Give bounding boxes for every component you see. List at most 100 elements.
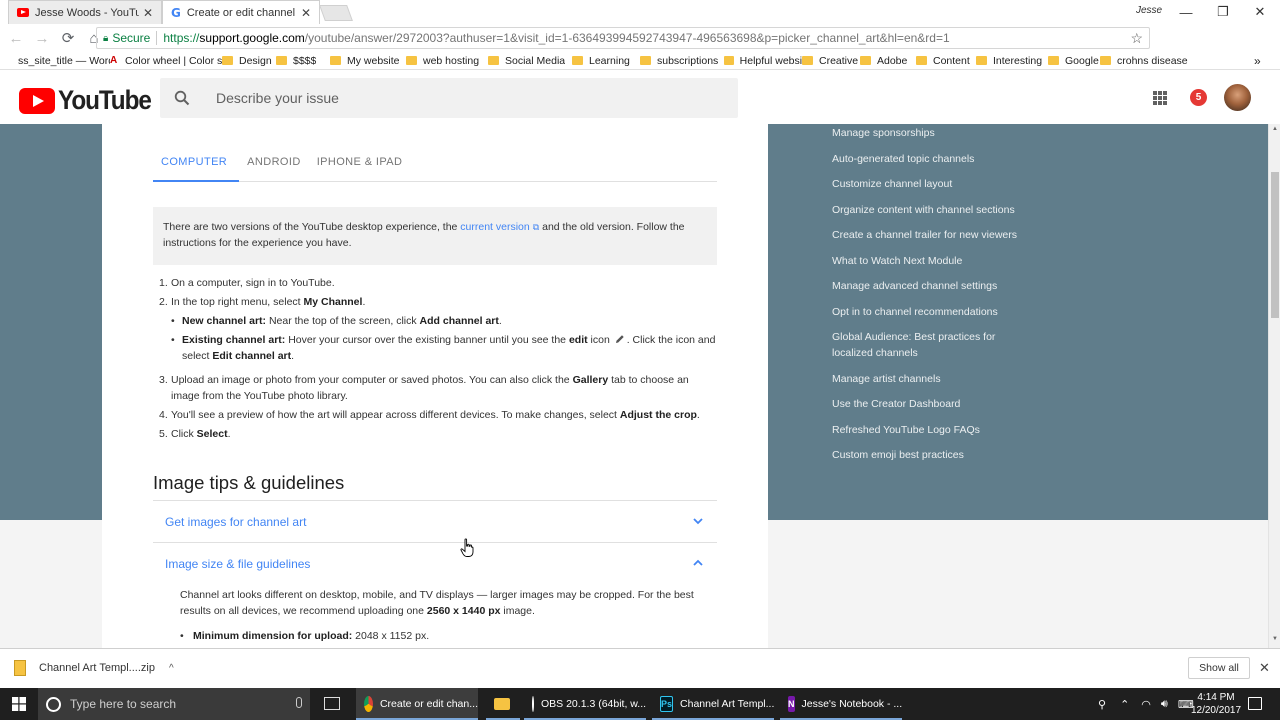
taskbar-app-file-explorer[interactable] <box>486 688 520 720</box>
people-icon[interactable]: ⚲ <box>1098 698 1106 711</box>
help-search-box[interactable] <box>160 78 738 118</box>
tab-iphone-ipad[interactable]: IPHONE & IPAD <box>309 152 411 182</box>
taskbar-app-label: Create or edit chan... <box>379 698 478 710</box>
restore-button[interactable]: ❐ <box>1205 2 1241 22</box>
scroll-up-icon[interactable]: ▲ <box>1272 126 1278 132</box>
scroll-down-icon[interactable]: ▼ <box>1272 636 1278 642</box>
bookmark-item[interactable]: Learning <box>572 52 640 69</box>
taskbar-search[interactable]: Type here to search <box>38 688 310 720</box>
close-window-button[interactable]: ✕ <box>1242 2 1278 22</box>
address-bar[interactable]: 🔒︎ Secure https://support.google.com/you… <box>96 27 1150 49</box>
bookmark-item[interactable]: My website <box>330 52 406 69</box>
tab-create-edit-channel-art[interactable]: G Create or edit channel ar ✕ <box>162 0 320 24</box>
tab-title: Jesse Woods - YouTube <box>35 6 139 19</box>
show-all-downloads-button[interactable]: Show all <box>1188 657 1250 679</box>
taskbar-clock[interactable]: 4:14 PM 12/20/2017 <box>1188 691 1244 717</box>
side-link[interactable]: Use the Creator Dashboard <box>832 396 960 412</box>
tab-android[interactable]: ANDROID <box>239 152 309 182</box>
tab-computer[interactable]: COMPUTER <box>153 152 240 182</box>
start-button[interactable] <box>0 688 38 720</box>
forward-button[interactable]: → <box>30 26 54 50</box>
side-link[interactable]: Manage sponsorships <box>832 125 935 141</box>
url-text[interactable]: https://support.google.com/youtube/answe… <box>163 31 949 45</box>
pencil-edit-icon <box>615 335 624 343</box>
taskbar-app-chrome[interactable]: Create or edit chan... <box>356 688 478 720</box>
side-link[interactable]: Organize content with channel sections <box>832 202 1015 218</box>
bookmark-item[interactable]: web hosting <box>406 52 488 69</box>
youtube-logo-text: YouTube <box>58 85 152 115</box>
bookmark-item[interactable]: Google <box>1048 52 1100 69</box>
wifi-icon[interactable]: ◠ <box>1141 698 1151 711</box>
bookmark-item[interactable]: $$$$ <box>276 52 330 69</box>
notice-text: There are two versions of the YouTube de… <box>163 221 461 233</box>
show-hidden-icons-icon[interactable]: ⌃ <box>1120 698 1129 711</box>
bookmark-item[interactable]: Helpful website <box>724 52 802 69</box>
accordion-image-size[interactable]: Image size & file guidelines <box>153 542 717 584</box>
minimize-button[interactable]: — <box>1168 2 1204 22</box>
side-link[interactable]: Manage artist channels <box>832 371 941 387</box>
side-link[interactable]: Customize channel layout <box>832 176 952 192</box>
bookmark-item[interactable]: ss_site_title — Word <box>18 52 110 69</box>
bookmark-item[interactable]: A Color wheel | Color s <box>110 52 222 69</box>
bookmark-item[interactable]: Social Media <box>488 52 572 69</box>
side-link[interactable]: localized channels <box>832 345 918 361</box>
new-tab-button[interactable] <box>319 5 353 21</box>
bullet-text: Hover your cursor over the existing bann… <box>285 334 569 346</box>
download-options-icon[interactable]: ^ <box>169 663 174 674</box>
browser-tab-strip: Jesse Woods - YouTube ✕ G Create or edit… <box>0 0 1280 24</box>
browser-profile-name[interactable]: Jesse <box>1136 5 1162 16</box>
scrollbar-thumb[interactable] <box>1271 172 1279 318</box>
side-link[interactable]: What to Watch Next Module <box>832 253 962 269</box>
url-path: /youtube/answer/2972003?authuser=1&visit… <box>304 31 950 45</box>
taskbar-app-label: Channel Art Templ... <box>680 698 775 710</box>
bookmark-item[interactable]: Creative <box>802 52 860 69</box>
clock-date: 12/20/2017 <box>1190 705 1242 716</box>
bookmark-label: Content <box>933 54 970 67</box>
step-3: 3. Upload an image or photo from your com… <box>159 374 689 402</box>
reload-button[interactable]: ⟳ <box>56 26 80 50</box>
tab-close-icon[interactable]: ✕ <box>301 6 311 20</box>
side-link[interactable]: Global Audience: Best practices for <box>832 329 995 345</box>
step-text: Upload an image or photo from your compu… <box>171 374 573 386</box>
platform-tabs: COMPUTER ANDROID IPHONE & IPAD <box>153 152 717 182</box>
youtube-play-icon <box>19 87 55 114</box>
microphone-icon[interactable] <box>296 697 302 708</box>
side-link[interactable]: Auto-generated topic channels <box>832 151 974 167</box>
apps-grid-icon[interactable] <box>1153 91 1167 105</box>
volume-icon[interactable]: 🔊︎ <box>1161 698 1168 711</box>
notifications-badge[interactable]: 5 <box>1190 89 1207 106</box>
bookmark-item[interactable]: Design <box>222 52 276 69</box>
side-link[interactable]: Create a channel trailer for new viewers <box>832 227 1017 243</box>
bookmark-item[interactable]: Content <box>916 52 976 69</box>
youtube-logo[interactable]: YouTube <box>19 85 161 116</box>
step-bold: My Channel <box>303 296 363 308</box>
side-link[interactable]: Refreshed YouTube Logo FAQs <box>832 422 980 438</box>
close-download-bar-icon[interactable]: ✕ <box>1259 660 1270 676</box>
taskbar-app-onenote[interactable]: N Jesse's Notebook - ... <box>780 688 902 720</box>
bookmark-label: Helpful website <box>739 54 802 67</box>
bookmark-star-icon[interactable]: ☆ <box>1130 30 1143 47</box>
taskbar-app-photoshop[interactable]: Ps Channel Art Templ... <box>652 688 774 720</box>
side-link[interactable]: Manage advanced channel settings <box>832 278 997 294</box>
page-scrollbar[interactable]: ▲ ▼ <box>1268 124 1280 648</box>
side-link[interactable]: Custom emoji best practices <box>832 447 964 463</box>
task-view-icon[interactable] <box>324 697 340 710</box>
current-version-link[interactable]: current version <box>460 221 529 233</box>
back-button[interactable]: ← <box>4 26 28 50</box>
bookmark-item[interactable]: Interesting <box>976 52 1048 69</box>
download-item[interactable]: Channel Art Templ....zip ^ <box>14 660 174 676</box>
action-center-icon[interactable] <box>1248 697 1262 710</box>
accordion-get-images[interactable]: Get images for channel art <box>153 500 717 542</box>
bookmark-item[interactable]: crohns disease <box>1100 52 1190 69</box>
avatar[interactable] <box>1224 84 1251 111</box>
bullet-bold: Add channel art <box>419 315 499 327</box>
bookmarks-more-icon[interactable]: » <box>1254 54 1261 68</box>
tab-jesse-woods-youtube[interactable]: Jesse Woods - YouTube ✕ <box>8 0 162 24</box>
bookmark-item[interactable]: Adobe <box>860 52 916 69</box>
step-1: 1. On a computer, sign in to YouTube. <box>159 277 335 289</box>
tab-close-icon[interactable]: ✕ <box>143 6 153 20</box>
help-search-input[interactable] <box>216 90 696 106</box>
taskbar-app-obs[interactable]: OBS 20.1.3 (64bit, w... <box>524 688 646 720</box>
bookmark-item[interactable]: subscriptions <box>640 52 724 69</box>
side-link[interactable]: Opt in to channel recommendations <box>832 304 998 320</box>
